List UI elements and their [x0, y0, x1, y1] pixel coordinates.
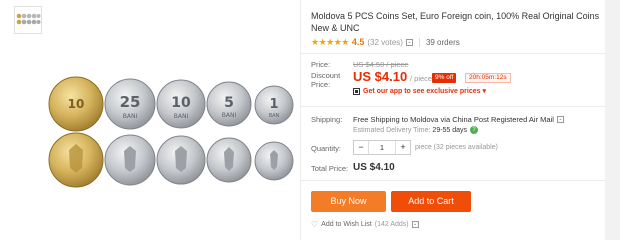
- heart-icon: ♡: [311, 220, 319, 229]
- quantity-decrease-button[interactable]: −: [354, 141, 368, 154]
- divider: [301, 106, 606, 107]
- product-title: Moldova 5 PCS Coins Set, Euro Foreign co…: [311, 11, 600, 33]
- estimated-delivery: Estimated Delivery Time: 29-55 days ?: [353, 126, 479, 134]
- product-page: 10 25 10 5 1 BANI BANI BANI BAN Moldova …: [0, 0, 620, 240]
- total-price-label: Total Price:: [311, 164, 349, 173]
- svg-text:BAN: BAN: [269, 113, 280, 119]
- discount-price-label: Discount Price:: [311, 71, 341, 89]
- add-to-cart-button[interactable]: Add to Cart: [391, 191, 471, 212]
- rating-stars-icon: ★★★★★: [311, 36, 349, 47]
- quantity-input[interactable]: 1: [368, 141, 396, 154]
- available-stock: piece (32 pieces available): [415, 144, 498, 151]
- wishlist-count: (142 Adds): [374, 221, 409, 228]
- buy-now-button[interactable]: Buy Now: [311, 191, 386, 212]
- divider: [301, 180, 606, 181]
- price-label: Price:: [311, 60, 331, 69]
- orders-count: 39 orders: [425, 37, 460, 47]
- quantity-stepper: − 1 +: [353, 140, 411, 155]
- help-icon[interactable]: ?: [470, 126, 479, 134]
- rating-value: 4.5: [351, 37, 365, 47]
- original-price: US $4.50 / piece: [353, 60, 409, 69]
- coins-thumbnail-image: [15, 7, 41, 33]
- price-unit: / piece: [410, 74, 433, 83]
- svg-text:1: 1: [269, 97, 278, 112]
- quantity-increase-button[interactable]: +: [396, 141, 410, 154]
- coin-denomination: 10: [68, 97, 85, 111]
- chevron-down-icon: ⌄: [411, 221, 419, 228]
- divider: [418, 37, 420, 47]
- app-promo-text: Get our app to see exclusive prices ▾: [363, 88, 486, 95]
- quantity-label: Quantity:: [311, 144, 342, 153]
- divider: [301, 53, 606, 54]
- wishlist-label: Add to Wish List: [321, 221, 372, 228]
- countdown-timer: 20h:05m:12s: [465, 73, 511, 83]
- discount-price: US $4.10: [353, 69, 408, 84]
- svg-text:BANI: BANI: [174, 113, 189, 120]
- gallery-thumbnail[interactable]: [14, 6, 42, 34]
- estimated-delivery-label: Estimated Delivery Time:: [353, 126, 431, 134]
- app-promo-link[interactable]: Get our app to see exclusive prices ▾: [353, 87, 486, 95]
- shipping-selector[interactable]: Free Shipping to Moldova via China Post …: [353, 115, 564, 124]
- svg-text:BANI: BANI: [123, 113, 138, 120]
- votes-chevron-icon[interactable]: ⌄: [405, 38, 413, 46]
- total-price-value: US $4.10: [353, 162, 395, 173]
- product-main-image[interactable]: 10 25 10 5 1 BANI BANI BANI BAN: [45, 74, 296, 190]
- svg-text:10: 10: [171, 95, 191, 111]
- product-details-panel: Moldova 5 PCS Coins Set, Euro Foreign co…: [300, 0, 606, 240]
- votes-link[interactable]: (32 votes): [367, 38, 403, 47]
- qr-code-icon: [353, 87, 360, 95]
- image-gallery: 10 25 10 5 1 BANI BANI BANI BAN: [0, 0, 300, 240]
- coins-photo: 10 25 10 5 1 BANI BANI BANI BAN: [48, 76, 294, 188]
- svg-text:5: 5: [224, 95, 234, 111]
- shipping-method: Free Shipping to Moldova via China Post …: [353, 115, 554, 124]
- shipping-label: Shipping:: [311, 115, 343, 124]
- discount-badge: 9% off: [432, 73, 457, 83]
- chevron-down-icon: ⌄: [556, 116, 564, 123]
- add-to-wishlist[interactable]: ♡ Add to Wish List (142 Adds) ⌄: [311, 220, 419, 229]
- svg-text:25: 25: [120, 93, 141, 111]
- svg-text:BANI: BANI: [222, 112, 237, 119]
- estimated-delivery-value: 29-55 days: [432, 126, 468, 134]
- rating-row: ★★★★★ 4.5 (32 votes) ⌄ 39 orders: [311, 36, 460, 48]
